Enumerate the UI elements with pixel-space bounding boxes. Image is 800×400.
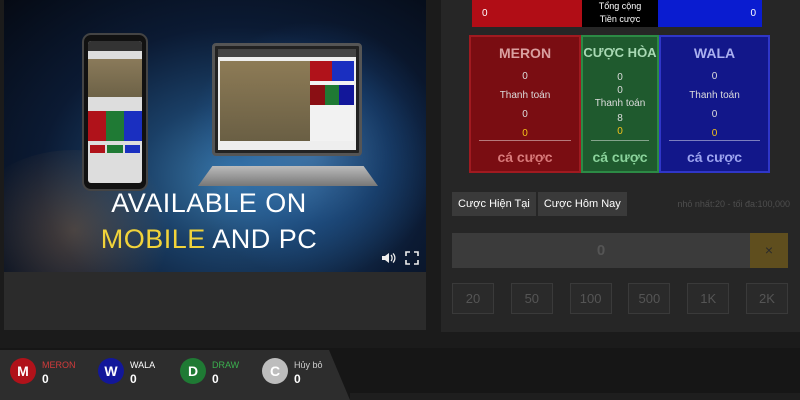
wala-amount: 0 [711,71,718,82]
headline-available-on: AVAILABLE ON [111,188,307,218]
bet-amount-input[interactable]: 0 [452,233,750,268]
draw-amount: 0 [617,72,623,83]
meron-bet-box[interactable]: MERON 0 Thanh toán 0 0 cá cược [469,35,581,173]
draw-title: CƯỢC HÒA [583,45,657,60]
draw-bet-box[interactable]: CƯỢC HÒA 0 0 Thanh toán 8 0 cá cược [581,35,659,173]
wala-user-bet: 0 [711,128,718,139]
results-strip [350,393,800,400]
meron-total: 0 [472,0,582,27]
headline-mobile-word: MOBILE [100,224,206,254]
meron-payout-value: 0 [522,109,528,120]
meron-badge: M [10,358,36,384]
wala-title: WALA [693,45,736,61]
chip-100[interactable]: 100 [569,283,612,314]
wala-total: 0 [658,0,762,27]
cancelled-result-count: 0 [294,372,301,386]
meron-title: MERON [498,45,552,61]
headline-mobile-and-pc: MOBILE AND PC [4,224,420,255]
divider [669,140,760,141]
speaker-icon[interactable] [380,250,396,266]
tab-today-bets[interactable]: Cược Hôm Nay [537,192,627,216]
draw-badge: D [180,358,206,384]
chip-1k[interactable]: 1K [687,283,730,314]
total-bets-bar: 0 Tổng cộng Tiền cược 0 [472,0,762,27]
fullscreen-icon[interactable] [404,250,420,266]
chip-500[interactable]: 500 [628,283,671,314]
chip-50[interactable]: 50 [510,283,553,314]
mobile-device-illustration [82,33,148,191]
draw-payout-label: Thanh toán [594,98,646,109]
chip-2k[interactable]: 2K [745,283,788,314]
bet-options: MERON 0 Thanh toán 0 0 cá cược CƯỢC HÒA … [469,35,770,173]
chip-20[interactable]: 20 [452,283,494,314]
meron-result-label: MERON [42,360,76,370]
divider [591,140,649,141]
draw-amount-2: 0 [617,85,623,96]
divider [479,140,571,141]
draw-bet-button[interactable]: cá cược [583,149,657,165]
meron-payout-label: Thanh toán [499,90,551,101]
wala-payout-label: Thanh toán [689,90,740,101]
laptop-illustration [212,43,362,156]
cancelled-result-label: Hủy bỏ [294,360,323,370]
wala-payout-value: 0 [711,109,718,120]
bet-history-tabs: Cược Hiện Tại Cược Hôm Nay [452,192,627,216]
total-label-line1: Tổng cộng [598,1,642,11]
laptop-base [198,166,378,186]
wala-bet-box[interactable]: WALA 0 Thanh toán 0 0 cá cược [659,35,770,173]
total-label-line2: Tiền cược [599,14,641,24]
chip-selector: 20 50 100 500 1K 2K [452,283,788,314]
meron-user-bet: 0 [522,128,528,139]
draw-result-label: DRAW [212,360,240,370]
total-bets-label: Tổng cộng Tiền cược [582,0,658,27]
headline-and-pc: AND PC [205,224,318,254]
betting-page: AVAILABLE ON MOBILE AND PC 0 Tổng cộng T… [0,0,800,400]
meron-amount: 0 [522,71,528,82]
draw-result-count: 0 [212,372,219,386]
draw-payout-value: 8 [617,113,623,124]
draw-user-bet: 0 [617,126,623,137]
wala-result-label: WALA [130,360,156,370]
clear-amount-button[interactable]: × [750,233,788,268]
video-footer-area [4,272,426,330]
wala-bet-button[interactable]: cá cược [661,149,768,165]
wala-badge: W [98,358,124,384]
tab-current-bets[interactable]: Cược Hiện Tại [452,192,536,216]
meron-result-count: 0 [42,372,49,386]
cancelled-badge: C [262,358,288,384]
wala-result-count: 0 [130,372,137,386]
bet-limit-text: nhỏ nhất:20 - tối đa:100,000 [677,199,790,209]
live-video-player[interactable]: AVAILABLE ON MOBILE AND PC [4,0,426,272]
meron-bet-button[interactable]: cá cược [471,149,579,165]
